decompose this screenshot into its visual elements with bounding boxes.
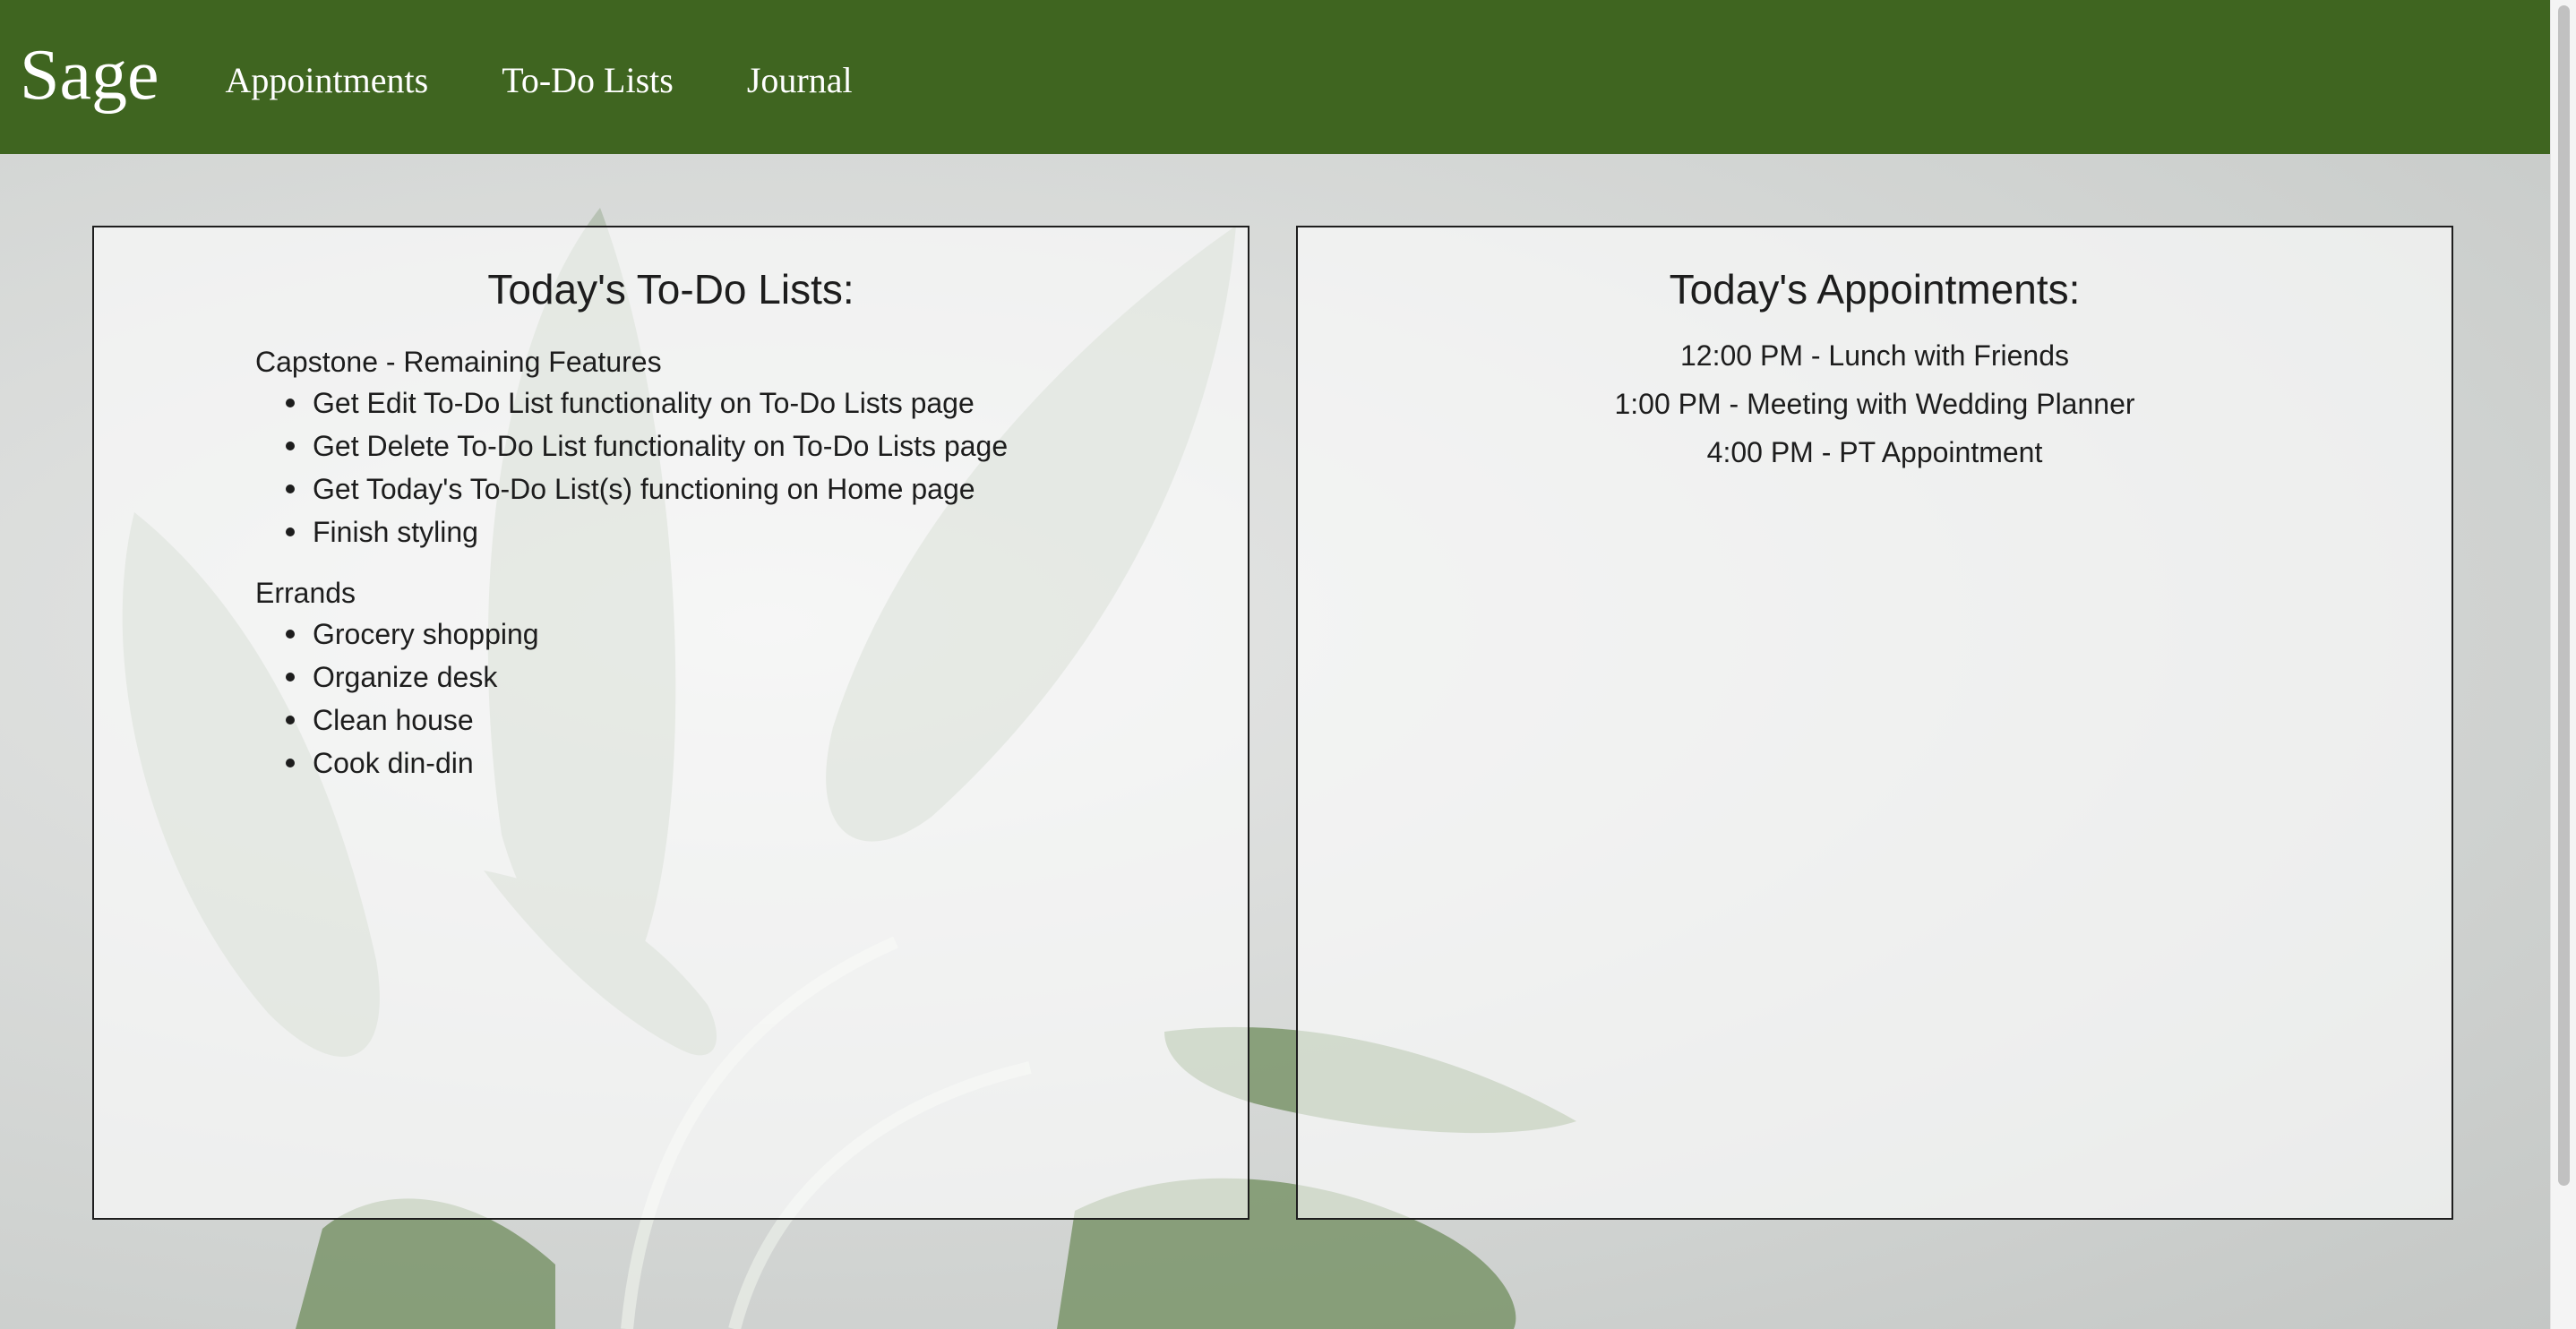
todo-list-name: Errands [255,577,356,609]
appointment-item: 4:00 PM - PT Appointment [1706,436,2043,468]
list-item: Cook din-din [286,742,1248,785]
todo-list-name: Capstone - Remaining Features [255,346,662,378]
list-item: Get Today's To-Do List(s) functioning on… [286,467,1248,510]
list-item: Get Delete To-Do List functionality on T… [286,424,1248,467]
list-item: Finish styling [286,510,1248,553]
nav-link-todo-lists[interactable]: To-Do Lists [502,59,674,101]
todo-items: Get Edit To-Do List functionality on To-… [255,382,1248,553]
list-item: Clean house [286,699,1248,742]
list-item: Organize desk [286,656,1248,699]
list-item: Grocery shopping [286,613,1248,656]
scrollbar-thumb[interactable] [2558,5,2570,1186]
todo-items: Grocery shopping Organize desk Clean hou… [255,613,1248,785]
todo-panel-title: Today's To-Do Lists: [487,266,854,313]
appointment-item: 12:00 PM - Lunch with Friends [1680,339,2069,372]
top-navbar: Sage Appointments To-Do Lists Journal [0,0,2551,154]
list-item: Get Edit To-Do List functionality on To-… [286,382,1248,424]
brand-logo[interactable]: Sage [20,39,159,111]
todo-list-errands: Errands Grocery shopping Organize desk C… [255,573,1248,785]
appointment-item: 1:00 PM - Meeting with Wedding Planner [1614,388,2135,420]
appointments-panel-title: Today's Appointments: [1669,266,2081,313]
nav-link-journal[interactable]: Journal [747,59,853,101]
nav-link-appointments[interactable]: Appointments [226,59,429,101]
todo-lists-panel: Today's To-Do Lists: Capstone - Remainin… [92,226,1249,1220]
todo-list-capstone: Capstone - Remaining Features Get Edit T… [255,342,1248,553]
appointments-list: 12:00 PM - Lunch with Friends 1:00 PM - … [1298,331,2451,476]
vertical-scrollbar[interactable] [2550,0,2576,1329]
appointments-panel: Today's Appointments: 12:00 PM - Lunch w… [1296,226,2453,1220]
